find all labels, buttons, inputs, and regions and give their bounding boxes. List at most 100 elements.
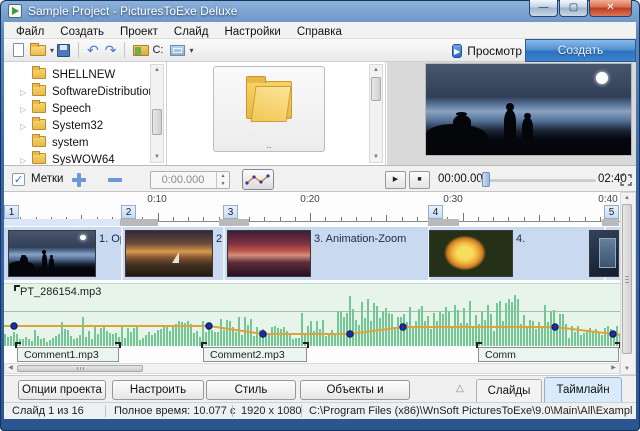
menu-item-4[interactable]: Настройки — [216, 25, 288, 39]
menu-item-2[interactable]: Проект — [112, 25, 166, 39]
scroll-up-icon[interactable]: ▲ — [621, 193, 633, 203]
envelope-point[interactable] — [610, 331, 616, 337]
tree-item-3[interactable]: ▷System32 — [4, 116, 148, 133]
envelope-point[interactable] — [552, 324, 558, 330]
slide-marker-5[interactable]: 5 — [604, 205, 619, 219]
tree-item-0[interactable]: SHELLNEW — [4, 65, 148, 82]
envelope-point[interactable] — [347, 331, 353, 337]
slide-marker-3[interactable]: 3 — [223, 205, 238, 219]
person-shape — [453, 115, 471, 130]
tree-item-2[interactable]: ▷Speech — [4, 99, 148, 116]
marks-checkbox[interactable]: ✓ — [12, 173, 25, 186]
tick-mark — [188, 217, 189, 221]
status-resolution: 1920 x 1080 — [241, 405, 302, 417]
envelope-point[interactable] — [206, 323, 212, 329]
drive-icon[interactable] — [133, 45, 149, 56]
seek-slider[interactable] — [480, 179, 596, 182]
v-scrollbar-thumb[interactable] — [622, 204, 632, 354]
status-bar: Слайд 1 из 16 Полное время: 10.077 с 192… — [4, 402, 636, 419]
tree-item-4[interactable]: system — [4, 133, 148, 150]
slide-marker-2[interactable]: 2 — [121, 205, 136, 219]
objects-animation-button[interactable]: Объекты и анимация — [300, 380, 410, 400]
interval-spinner[interactable]: 0:00.000 ▲▼ — [150, 171, 230, 189]
comment-clip-2[interactable]: Comment2.mp3 — [203, 347, 307, 362]
menu-item-5[interactable]: Справка — [289, 25, 350, 39]
window-title: Sample Project - PicturesToExe Deluxe — [28, 4, 237, 18]
scroll-up-icon[interactable]: ▲ — [370, 65, 382, 75]
fullscreen-icon[interactable] — [620, 174, 632, 186]
file-list-scrollbar-thumb[interactable] — [371, 77, 381, 101]
minimize-button[interactable]: — — [529, 0, 558, 17]
close-button[interactable]: ✕ — [589, 0, 632, 17]
tree-item-1[interactable]: ▷SoftwareDistribution — [4, 82, 148, 99]
slide-marker-1[interactable]: 1 — [4, 205, 19, 219]
timeline[interactable]: 0:100:200:300:4012345 PT_286154.mp3 Comm… — [4, 192, 620, 375]
envelope-tool-button[interactable] — [242, 169, 274, 190]
slide-thumbnail-5[interactable] — [589, 230, 619, 277]
collapse-triangle-icon[interactable]: △ — [456, 383, 464, 394]
audio-track[interactable]: PT_286154.mp3 — [4, 283, 620, 345]
status-full-time: Полное время: 10.077 с — [114, 405, 235, 417]
create-button[interactable]: Создать — [525, 39, 636, 62]
view-mode-icon[interactable] — [170, 45, 185, 56]
tick-mark — [539, 215, 540, 221]
project-options-button[interactable]: Опции проекта — [18, 380, 106, 400]
maximize-button[interactable]: ▢ — [559, 0, 588, 17]
menu-item-1[interactable]: Создать — [52, 25, 112, 39]
title-bar[interactable]: Sample Project - PicturesToExe Deluxe — … — [0, 0, 640, 22]
timeline-v-scrollbar[interactable]: ▲ ▼ — [620, 192, 636, 375]
add-mark-button[interactable] — [72, 173, 86, 187]
spinner-arrows-icon[interactable]: ▲▼ — [216, 172, 229, 188]
tree-item-5[interactable]: ▷SysWOW64 — [4, 150, 148, 165]
slide-preview-image[interactable] — [425, 63, 632, 156]
expander-icon[interactable]: ▷ — [20, 152, 32, 165]
redo-icon[interactable]: ↷ — [105, 40, 117, 60]
h-scrollbar-thumb[interactable] — [17, 365, 143, 372]
envelope-point[interactable] — [260, 331, 266, 337]
remove-mark-button[interactable] — [108, 173, 122, 187]
tree-scrollbar-thumb[interactable] — [152, 109, 162, 135]
tab-timeline[interactable]: Таймлайн — [544, 377, 622, 403]
tick-mark — [554, 217, 555, 221]
scroll-down-icon[interactable]: ▼ — [370, 152, 382, 162]
scroll-down-icon[interactable]: ▼ — [151, 152, 163, 162]
undo-icon[interactable]: ↶ — [87, 40, 99, 60]
tab-slides[interactable]: Слайды — [476, 379, 542, 403]
file-list-scrollbar[interactable]: ▲ ▼ — [369, 64, 383, 163]
preview-button[interactable]: ▶ Просмотр — [452, 41, 522, 61]
comment-clip-1[interactable]: Comment1.mp3 — [17, 347, 119, 362]
clip-flag-icon — [303, 342, 309, 348]
slide-thumbnail-3[interactable] — [227, 230, 311, 277]
envelope-point[interactable] — [11, 323, 17, 329]
stop-button[interactable]: ■ — [409, 171, 430, 189]
slide-thumbnail-4[interactable] — [429, 230, 513, 277]
scroll-right-icon[interactable]: ▶ — [608, 364, 619, 373]
clip-flag-icon — [201, 342, 207, 348]
slide-thumbnail-1[interactable] — [8, 230, 96, 277]
save-icon[interactable] — [57, 44, 70, 57]
menu-item-0[interactable]: Файл — [8, 25, 52, 39]
style-button[interactable]: Стиль — [206, 380, 296, 400]
new-project-icon[interactable] — [13, 43, 24, 57]
play-button[interactable]: ▶ — [385, 171, 406, 189]
person-shape — [20, 256, 28, 263]
scroll-down-icon[interactable]: ▼ — [621, 364, 633, 374]
comment-clip-3[interactable]: Comm — [478, 347, 619, 362]
tree-scrollbar[interactable]: ▲ ▼ — [150, 64, 164, 163]
volume-envelope[interactable] — [4, 284, 620, 346]
slide-thumbnail-2[interactable] — [125, 230, 213, 277]
open-project-icon[interactable] — [30, 45, 46, 56]
folder-tree: SHELLNEW▷SoftwareDistribution▷Speech▷Sys… — [4, 65, 148, 165]
timeline-h-scrollbar[interactable]: ◀ ▶ — [4, 363, 620, 374]
open-dropdown-icon[interactable]: ▾ — [50, 46, 54, 55]
view-dropdown-icon[interactable]: ▾ — [189, 46, 193, 55]
parent-folder-item[interactable]: .. — [213, 66, 325, 152]
drive-label[interactable]: C: — [152, 44, 163, 56]
customize-slide-button[interactable]: Настроить слайд — [112, 380, 204, 400]
envelope-point[interactable] — [400, 324, 406, 330]
seek-slider-thumb[interactable] — [482, 172, 490, 187]
scroll-up-icon[interactable]: ▲ — [151, 65, 163, 75]
slide-marker-4[interactable]: 4 — [428, 205, 443, 219]
menu-item-3[interactable]: Слайд — [166, 25, 217, 39]
scroll-left-icon[interactable]: ◀ — [5, 364, 16, 373]
